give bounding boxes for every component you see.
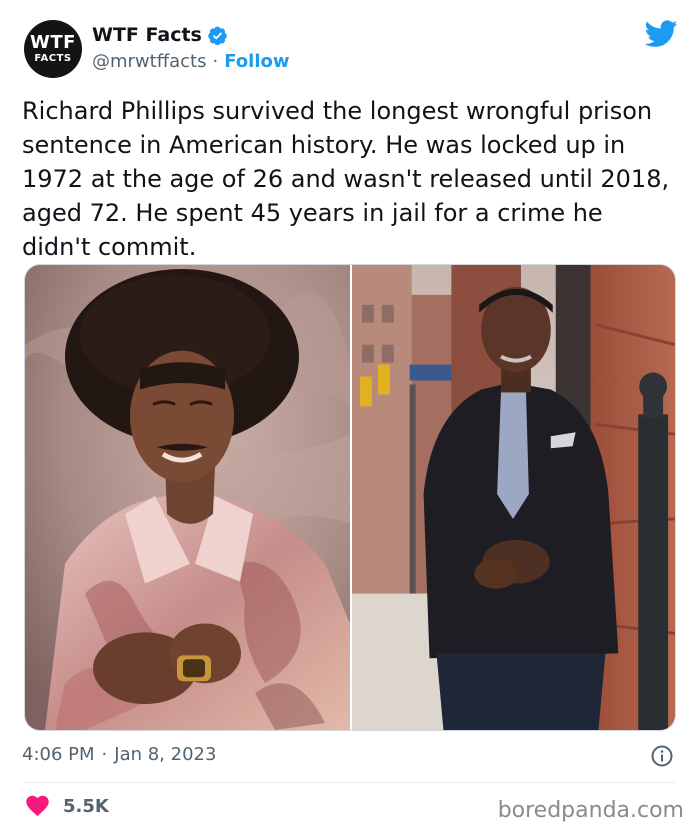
avatar-text-line2: FACTS [34, 53, 72, 64]
like-count: 5.5K [63, 795, 109, 817]
like-button[interactable]: 5.5K [26, 795, 109, 817]
author-info: WTF Facts @mrwtffacts · Follow [92, 22, 290, 72]
divider [24, 782, 676, 783]
tweet-text: Richard Phillips survived the longest wr… [22, 97, 670, 261]
twitter-bird-icon[interactable] [645, 20, 678, 48]
info-icon[interactable] [650, 744, 674, 768]
author-name[interactable]: WTF Facts [92, 24, 202, 46]
author-handle[interactable]: @mrwtffacts [92, 51, 206, 72]
follow-button[interactable]: Follow [224, 51, 289, 72]
separator: · [212, 51, 219, 72]
tweet-date[interactable]: Jan 8, 2023 [114, 744, 216, 765]
verified-badge-icon [208, 26, 227, 45]
tweet-meta: 4:06 PM · Jan 8, 2023 [22, 744, 216, 765]
handle-row: @mrwtffacts · Follow [92, 51, 290, 72]
tweet-time[interactable]: 4:06 PM [22, 744, 95, 765]
tweet-media[interactable] [24, 264, 676, 731]
avatar[interactable]: WTF FACTS [24, 20, 82, 78]
avatar-text-line1: WTF [30, 32, 76, 53]
photo-vintage-portrait[interactable] [25, 265, 352, 730]
heart-icon [26, 795, 49, 817]
name-row: WTF Facts [92, 22, 290, 48]
photo-present-day[interactable] [352, 265, 675, 730]
watermark: boredpanda.com [497, 798, 684, 823]
separator: · [101, 744, 108, 765]
tweet-card: WTF FACTS WTF Facts @mrwtffacts · Follow… [0, 0, 700, 835]
